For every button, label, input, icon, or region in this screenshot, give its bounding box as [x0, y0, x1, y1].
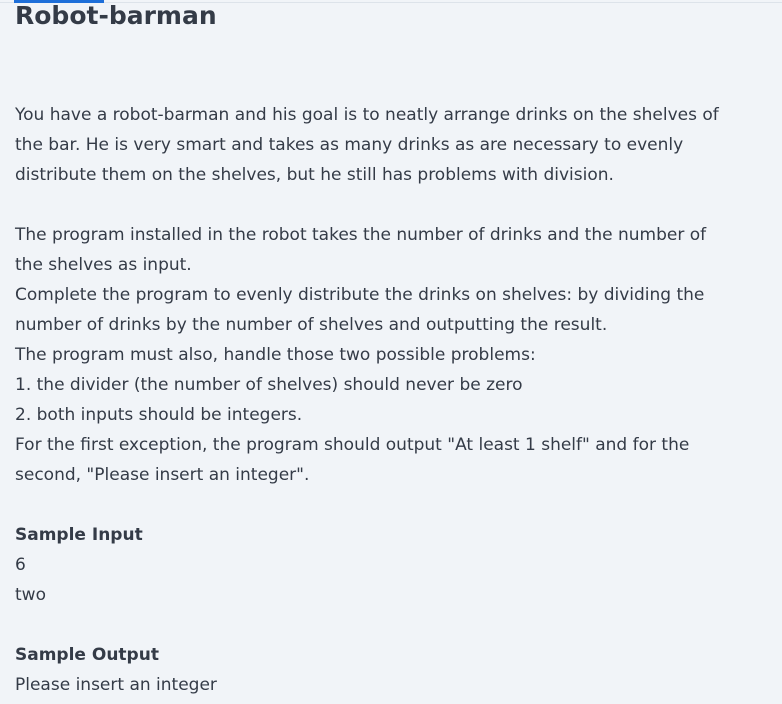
body-line: 1. the divider (the number of shelves) s… — [15, 375, 523, 395]
body-line: The program installed in the robot takes… — [15, 225, 707, 245]
sample-input-line: two — [15, 585, 46, 605]
body-line: The program must also, handle those two … — [15, 345, 536, 365]
body-line: 2. both inputs should be integers. — [15, 405, 303, 425]
intro-line: distribute them on the shelves, but he s… — [15, 165, 614, 185]
body-line: number of drinks by the number of shelve… — [15, 315, 608, 335]
page-title: Robot-barman — [15, 1, 217, 30]
intro-line: You have a robot-barman and his goal is … — [15, 105, 719, 125]
body-line: Complete the program to evenly distribut… — [15, 285, 705, 305]
sample-output-heading: Sample Output — [15, 645, 159, 665]
body-line: the shelves as input. — [15, 255, 192, 275]
problem-description: You have a robot-barman and his goal is … — [15, 100, 770, 700]
body-line: second, "Please insert an integer". — [15, 465, 310, 485]
intro-line: the bar. He is very smart and takes as m… — [15, 135, 684, 155]
body-line: For the first exception, the program sho… — [15, 435, 690, 455]
sample-output-line: Please insert an integer — [15, 675, 217, 695]
sample-input-heading: Sample Input — [15, 525, 143, 545]
sample-input-line: 6 — [15, 555, 26, 575]
